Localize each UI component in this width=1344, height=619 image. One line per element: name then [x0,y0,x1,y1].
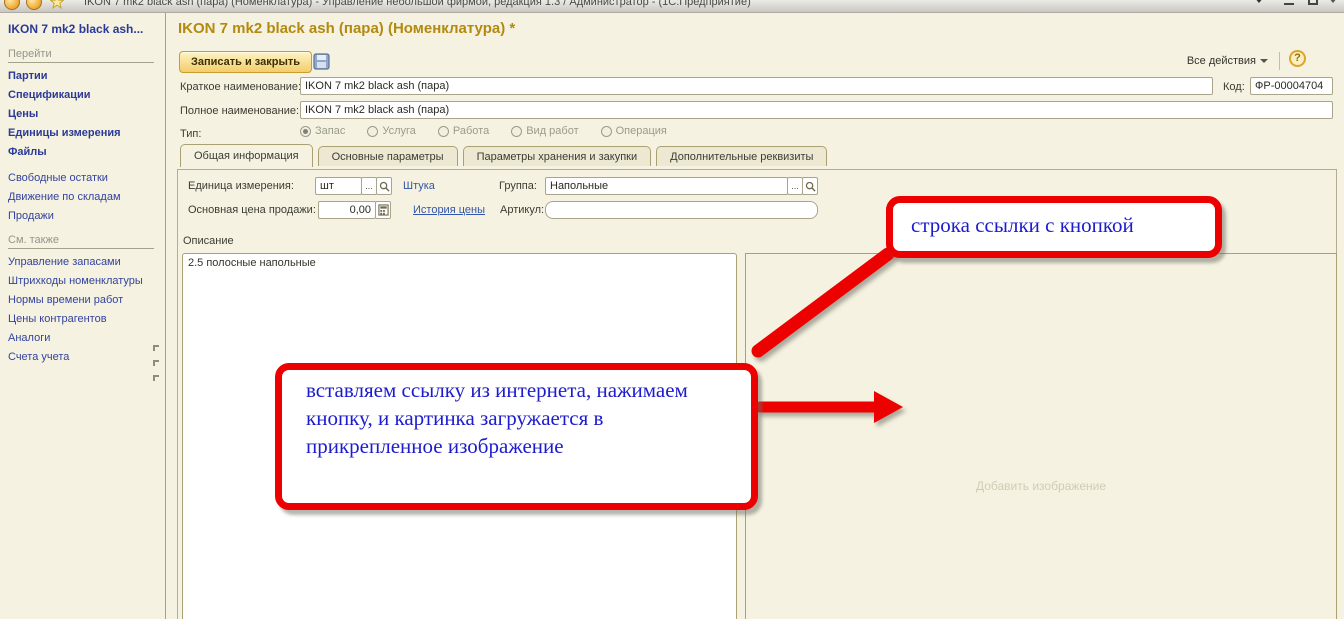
tab-storage-purchase[interactable]: Параметры хранения и закупки [463,146,652,166]
sidebar-item-files[interactable]: Файлы [8,146,157,158]
short-name-input[interactable] [300,77,1213,95]
splitter-handle[interactable] [153,345,159,351]
sidebar-item-inventory-management[interactable]: Управление запасами [8,256,157,268]
radio-label: Услуга [382,125,416,137]
short-name-label: Краткое наименование: [180,81,301,93]
type-radio-group: Запас Услуга Работа Вид работ Операция [300,125,667,137]
sidebar-item-specifications[interactable]: Спецификации [8,89,157,101]
tab-general-info[interactable]: Общая информация [180,144,313,167]
nav-forward-icon[interactable] [26,0,42,10]
code-label: Код: [1223,81,1245,93]
radio-icon [300,126,311,137]
sidebar-item-prices[interactable]: Цены [8,108,157,120]
tab-bar: Общая информация Основные параметры Пара… [180,146,827,166]
splitter-handle[interactable] [153,360,159,366]
radio-rabota: Работа [438,125,489,137]
sidebar-section-go: Перейти [8,48,154,63]
radio-zapas: Запас [300,125,345,137]
article-label: Артикул: [500,204,544,216]
sidebar-item-analogs[interactable]: Аналоги [8,332,157,344]
full-name-input[interactable] [300,101,1333,119]
base-price-input[interactable] [318,201,376,219]
radio-label: Работа [453,125,489,137]
all-actions-label: Все действия [1187,55,1256,67]
radio-vid-rabot: Вид работ [511,125,578,137]
radio-label: Операция [616,125,667,137]
window-title: IKON 7 mk2 black ash (пара) (Номенклатур… [84,0,1184,8]
unit-input[interactable] [315,177,362,195]
unit-choose-button[interactable]: ... [361,177,377,195]
radio-icon [601,126,612,137]
sidebar-item-work-time-norms[interactable]: Нормы времени работ [8,294,157,306]
radio-icon [511,126,522,137]
radio-operaciya: Операция [601,125,667,137]
tab-main-parameters[interactable]: Основные параметры [318,146,458,166]
radio-label: Вид работ [526,125,578,137]
splitter-handle[interactable] [153,375,159,381]
main-panel: IKON 7 mk2 black ash (пара) (Номенклатур… [167,13,1344,619]
sidebar-object-title: IKON 7 mk2 black ash... [8,22,157,36]
nav-back-icon[interactable] [4,0,20,10]
group-input[interactable] [545,177,788,195]
page-title: IKON 7 mk2 black ash (пара) (Номенклатур… [178,20,515,37]
group-search-icon[interactable] [802,177,818,195]
unit-label: Единица измерения: [188,180,294,192]
radio-label: Запас [315,125,345,137]
help-button[interactable]: ? [1289,50,1306,67]
group-choose-button[interactable]: ... [787,177,803,195]
attached-image-area[interactable]: Добавить изображение [745,253,1337,619]
sidebar: IKON 7 mk2 black ash... Перейти Партии С… [0,13,166,619]
sidebar-item-parties[interactable]: Партии [8,70,157,82]
sidebar-item-accounts[interactable]: Счета учета [8,351,157,363]
sidebar-item-units[interactable]: Единицы измерения [8,127,157,139]
sidebar-item-counterparty-prices[interactable]: Цены контрагентов [8,313,157,325]
window-minimize-icon[interactable] [1284,0,1296,7]
radio-usluga: Услуга [367,125,416,137]
window-close-icon[interactable] [1328,0,1340,7]
save-and-close-button[interactable]: Записать и закрыть [179,51,312,73]
calculator-icon[interactable] [375,201,391,219]
price-history-link[interactable]: История цены [413,204,485,216]
radio-icon [438,126,449,137]
group-label: Группа: [499,180,537,192]
base-price-label: Основная цена продажи: [188,204,316,216]
save-icon[interactable] [313,53,330,70]
unit-name-link[interactable]: Штука [403,180,435,192]
window-menu-caret-icon[interactable] [1254,0,1266,7]
sidebar-section-see-also: См. также [8,234,154,249]
window-titlebar: IKON 7 mk2 black ash (пара) (Номенклатур… [0,0,1344,13]
type-label: Тип: [180,128,201,140]
sidebar-item-free-stock[interactable]: Свободные остатки [8,172,157,184]
window-maximize-icon[interactable] [1308,0,1320,7]
code-input[interactable] [1250,77,1333,95]
all-actions-button[interactable]: Все действия [1187,55,1268,67]
radio-icon [367,126,378,137]
sidebar-item-sales[interactable]: Продажи [8,210,157,222]
tab-additional-attributes[interactable]: Дополнительные реквизиты [656,146,827,166]
unit-search-icon[interactable] [376,177,392,195]
chevron-down-icon [1260,59,1268,63]
description-label: Описание [183,235,234,247]
toolbar-separator [1279,52,1280,70]
add-image-placeholder: Добавить изображение [746,479,1336,493]
sidebar-item-warehouse-movement[interactable]: Движение по складам [8,191,157,203]
sidebar-item-barcodes[interactable]: Штрихкоды номенклатуры [8,275,157,287]
description-textarea[interactable]: 2.5 полосные напольные [182,253,737,619]
favorites-star-icon[interactable] [50,0,64,9]
full-name-label: Полное наименование: [180,105,299,117]
article-input[interactable] [545,201,818,219]
